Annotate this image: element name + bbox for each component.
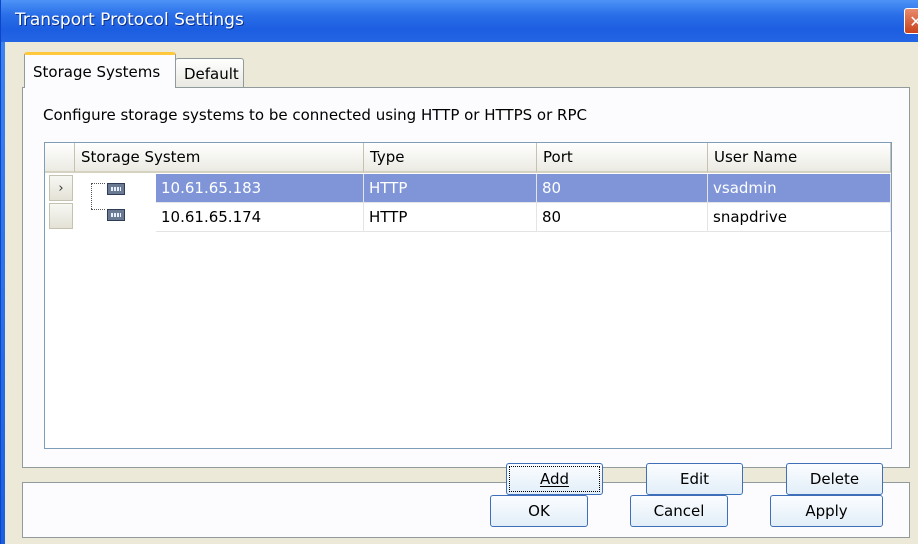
table-row-1-port[interactable]: 80 [537,174,708,203]
storage-systems-panel: Configure storage systems to be connecte… [22,87,910,495]
column-header-label: Type [370,148,405,166]
cell-text: snapdrive [713,208,787,226]
close-button[interactable]: ✕ [904,8,918,34]
tab-label: Default [184,64,239,83]
cell-text: vsadmin [713,179,777,197]
cancel-button[interactable]: Cancel [630,495,728,527]
table-row-2-storage-system[interactable]: 10.61.65.174 [156,203,364,232]
cell-text: 10.61.65.183 [161,179,262,197]
tree-connector-line [91,209,105,210]
button-label: OK [528,502,550,520]
storage-server-icon [107,209,125,221]
row-header[interactable] [49,203,73,229]
cell-text: HTTP [369,179,408,197]
button-label: Apply [805,502,848,520]
column-header-label: Port [543,148,573,166]
table-row-1-user-name[interactable]: vsadmin [708,174,891,203]
table-row-1-type[interactable]: HTTP [364,174,537,203]
cell-text: 80 [542,179,562,197]
close-icon: ✕ [909,11,918,31]
cell-text: 10.61.65.174 [161,208,262,226]
button-label: Cancel [653,502,705,520]
tab-default[interactable]: Default [175,58,244,88]
button-label: Delete [809,470,860,488]
button-label: Edit [679,470,710,488]
tree-connector-line [91,183,105,209]
dialog-window: Transport Protocol Settings ✕ Storage Sy… [0,0,918,544]
apply-button[interactable]: Apply [770,495,883,527]
edit-button[interactable]: Edit [646,463,743,495]
dialog-client-area: Storage Systems Default Configure storag… [5,42,918,544]
cell-text: 80 [542,208,562,226]
column-header-type[interactable]: Type [364,143,537,173]
ok-button[interactable]: OK [490,495,588,527]
table-row-1-storage-system[interactable]: 10.61.65.183 [156,174,364,203]
cell-text: HTTP [369,208,408,226]
panel-description: Configure storage systems to be connecte… [43,106,587,124]
delete-button[interactable]: Delete [786,463,883,495]
grid-corner-header [45,143,75,173]
tab-label: Storage Systems [33,62,161,81]
column-header-label: Storage System [81,148,201,166]
storage-systems-grid[interactable]: Storage System Type Port User Name › 10.… [44,142,892,449]
row-header-current[interactable]: › [49,175,73,201]
current-row-indicator-icon: › [58,180,64,196]
table-row-2-type[interactable]: HTTP [364,203,537,232]
dialog-button-panel: OK Cancel Apply [22,482,910,538]
window-title: Transport Protocol Settings [15,10,244,30]
title-bar[interactable]: Transport Protocol Settings ✕ [1,0,918,42]
table-row-2-user-name[interactable]: snapdrive [708,203,891,232]
tab-storage-systems[interactable]: Storage Systems [24,52,176,88]
column-header-port[interactable]: Port [537,143,708,173]
add-button[interactable]: Add [506,463,603,495]
column-header-storage-system[interactable]: Storage System [75,143,364,173]
column-header-user-name[interactable]: User Name [708,143,891,173]
table-row-2-port[interactable]: 80 [537,203,708,232]
column-header-label: User Name [714,148,798,166]
storage-server-icon [107,183,125,195]
button-label: Add [539,470,570,488]
